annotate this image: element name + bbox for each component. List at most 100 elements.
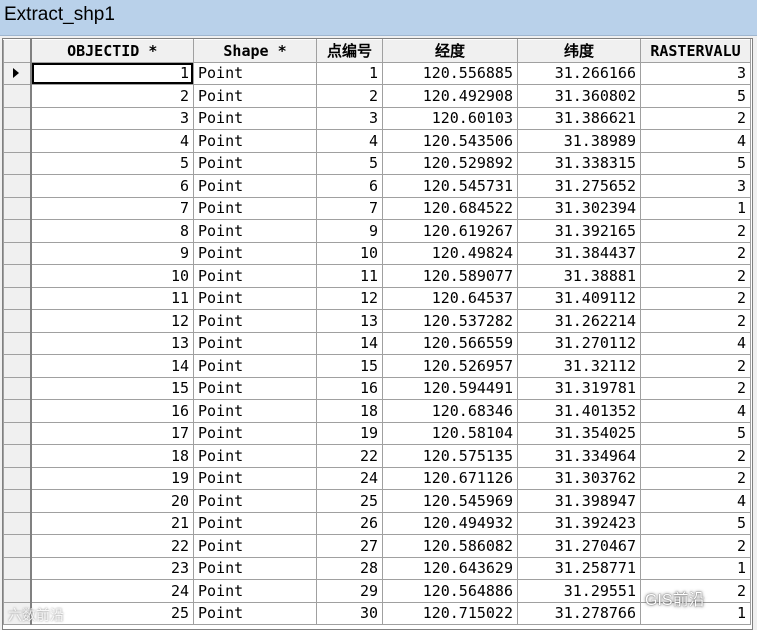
cell-point-number[interactable]: 14 [316, 331, 383, 355]
row-selector[interactable] [3, 106, 32, 130]
cell-objectid[interactable]: 22 [30, 534, 194, 558]
cell-objectid[interactable]: 19 [30, 466, 194, 490]
table-row[interactable]: 12 Point 13 120.537282 31.262214 2 [3, 309, 751, 333]
row-selector[interactable] [3, 331, 32, 355]
cell-objectid[interactable]: 2 [30, 84, 194, 108]
cell-rastervalu[interactable]: 3 [640, 61, 751, 85]
cell-rastervalu[interactable]: 2 [640, 444, 751, 468]
cell-longitude[interactable]: 120.564886 [382, 579, 518, 603]
table-row[interactable]: 1 Point 1 120.556885 31.266166 3 [3, 61, 751, 85]
cell-point-number[interactable]: 4 [316, 129, 383, 153]
cell-shape[interactable]: Point [193, 444, 317, 468]
cell-rastervalu[interactable]: 4 [640, 399, 751, 423]
row-selector[interactable] [3, 556, 32, 580]
cell-shape[interactable]: Point [193, 241, 317, 265]
cell-longitude[interactable]: 120.64537 [382, 286, 518, 310]
table-row[interactable]: 5 Point 5 120.529892 31.338315 5 [3, 151, 751, 175]
cell-shape[interactable]: Point [193, 174, 317, 198]
cell-latitude[interactable]: 31.266166 [517, 61, 641, 85]
row-selector[interactable] [3, 151, 32, 175]
cell-longitude[interactable]: 120.537282 [382, 309, 518, 333]
cell-shape[interactable]: Point [193, 129, 317, 153]
cell-point-number[interactable]: 30 [316, 601, 383, 625]
cell-shape[interactable]: Point [193, 106, 317, 130]
cell-point-number[interactable]: 24 [316, 466, 383, 490]
column-header-latitude[interactable]: 纬度 [517, 39, 641, 63]
cell-longitude[interactable]: 120.594491 [382, 376, 518, 400]
cell-objectid[interactable]: 13 [30, 331, 194, 355]
row-selector[interactable] [3, 376, 32, 400]
cell-rastervalu[interactable]: 2 [640, 376, 751, 400]
cell-rastervalu[interactable]: 2 [640, 106, 751, 130]
cell-objectid[interactable]: 20 [30, 489, 194, 513]
cell-objectid[interactable]: 24 [30, 579, 194, 603]
cell-shape[interactable]: Point [193, 354, 317, 378]
cell-latitude[interactable]: 31.270112 [517, 331, 641, 355]
cell-shape[interactable]: Point [193, 264, 317, 288]
cell-shape[interactable]: Point [193, 601, 317, 625]
cell-latitude[interactable]: 31.258771 [517, 556, 641, 580]
cell-objectid[interactable]: 23 [30, 556, 194, 580]
cell-latitude[interactable]: 31.334964 [517, 444, 641, 468]
table-row[interactable]: 25 Point 30 120.715022 31.278766 1 [3, 601, 751, 625]
cell-objectid[interactable]: 8 [30, 219, 194, 243]
cell-point-number[interactable]: 1 [316, 61, 383, 85]
cell-shape[interactable]: Point [193, 376, 317, 400]
cell-objectid[interactable]: 9 [30, 241, 194, 265]
cell-rastervalu[interactable]: 3 [640, 174, 751, 198]
cell-rastervalu[interactable]: 2 [640, 466, 751, 490]
cell-objectid[interactable]: 18 [30, 444, 194, 468]
cell-longitude[interactable]: 120.60103 [382, 106, 518, 130]
cell-point-number[interactable]: 2 [316, 84, 383, 108]
cell-point-number[interactable]: 9 [316, 219, 383, 243]
cell-point-number[interactable]: 18 [316, 399, 383, 423]
row-selector[interactable] [3, 354, 32, 378]
cell-latitude[interactable]: 31.401352 [517, 399, 641, 423]
cell-point-number[interactable]: 7 [316, 196, 383, 220]
cell-latitude[interactable]: 31.392165 [517, 219, 641, 243]
row-selector[interactable] [3, 421, 32, 445]
cell-point-number[interactable]: 6 [316, 174, 383, 198]
row-selector[interactable] [3, 399, 32, 423]
cell-latitude[interactable]: 31.386621 [517, 106, 641, 130]
row-selector[interactable] [3, 444, 32, 468]
cell-point-number[interactable]: 22 [316, 444, 383, 468]
table-row[interactable]: 18 Point 22 120.575135 31.334964 2 [3, 444, 751, 468]
table-row[interactable]: 17 Point 19 120.58104 31.354025 5 [3, 421, 751, 445]
cell-latitude[interactable]: 31.270467 [517, 534, 641, 558]
cell-objectid[interactable]: 11 [30, 286, 194, 310]
cell-longitude[interactable]: 120.575135 [382, 444, 518, 468]
row-selector[interactable] [3, 286, 32, 310]
table-row[interactable]: 15 Point 16 120.594491 31.319781 2 [3, 376, 751, 400]
cell-shape[interactable]: Point [193, 151, 317, 175]
table-row[interactable]: 19 Point 24 120.671126 31.303762 2 [3, 466, 751, 490]
table-row[interactable]: 11 Point 12 120.64537 31.409112 2 [3, 286, 751, 310]
row-selector[interactable] [3, 466, 32, 490]
row-selector[interactable] [3, 196, 32, 220]
cell-objectid[interactable]: 17 [30, 421, 194, 445]
table-row[interactable]: 20 Point 25 120.545969 31.398947 4 [3, 489, 751, 513]
cell-shape[interactable]: Point [193, 466, 317, 490]
row-selector[interactable] [3, 309, 32, 333]
cell-longitude[interactable]: 120.566559 [382, 331, 518, 355]
cell-latitude[interactable]: 31.29551 [517, 579, 641, 603]
cell-objectid[interactable]: 1 [30, 61, 194, 85]
cell-shape[interactable]: Point [193, 579, 317, 603]
cell-longitude[interactable]: 120.58104 [382, 421, 518, 445]
cell-point-number[interactable]: 28 [316, 556, 383, 580]
table-row[interactable]: 22 Point 27 120.586082 31.270467 2 [3, 534, 751, 558]
cell-latitude[interactable]: 31.262214 [517, 309, 641, 333]
cell-shape[interactable]: Point [193, 421, 317, 445]
cell-shape[interactable]: Point [193, 84, 317, 108]
cell-latitude[interactable]: 31.409112 [517, 286, 641, 310]
cell-point-number[interactable]: 5 [316, 151, 383, 175]
cell-rastervalu[interactable]: 2 [640, 264, 751, 288]
cell-point-number[interactable]: 3 [316, 106, 383, 130]
row-selector[interactable] [3, 129, 32, 153]
cell-point-number[interactable]: 10 [316, 241, 383, 265]
cell-latitude[interactable]: 31.38881 [517, 264, 641, 288]
cell-longitude[interactable]: 120.492908 [382, 84, 518, 108]
cell-point-number[interactable]: 11 [316, 264, 383, 288]
table-row[interactable]: 2 Point 2 120.492908 31.360802 5 [3, 84, 751, 108]
cell-longitude[interactable]: 120.545731 [382, 174, 518, 198]
